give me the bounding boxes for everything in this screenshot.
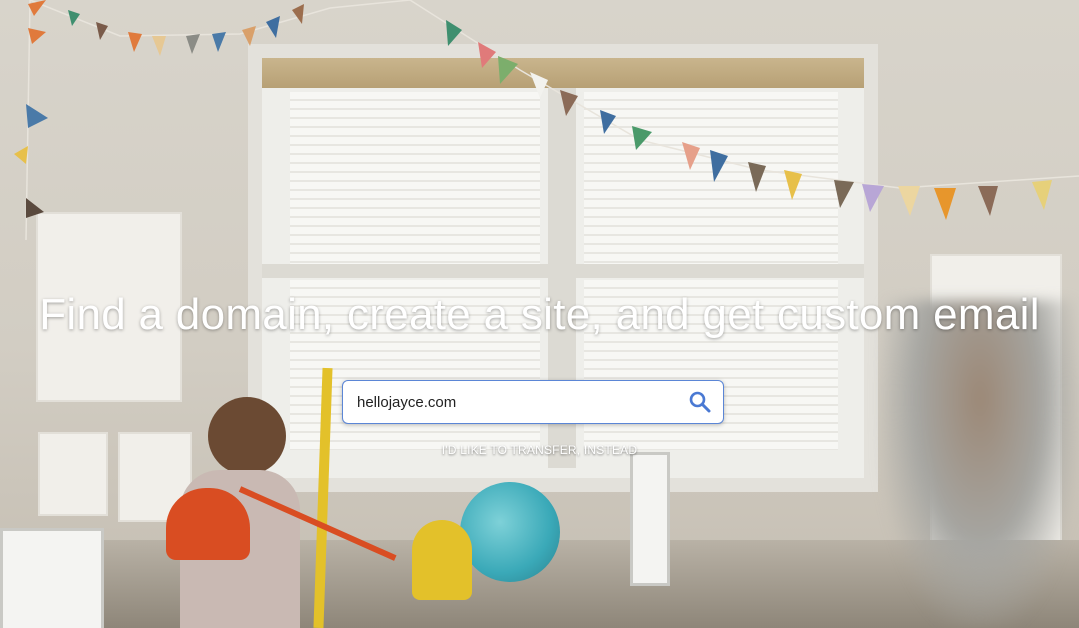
search-icon <box>689 391 711 413</box>
search-button[interactable] <box>687 389 713 415</box>
yellow-lamp <box>412 520 472 600</box>
hero-title: Find a domain, create a site, and get cu… <box>39 290 1040 339</box>
window-pane <box>584 92 838 264</box>
window-pane <box>290 92 540 264</box>
monitor-left <box>0 528 104 628</box>
domain-search-input[interactable] <box>357 381 677 423</box>
walking-person-blur <box>880 300 1079 628</box>
window-frame <box>262 264 864 278</box>
domain-search-box <box>342 380 724 424</box>
monitor-center <box>630 452 670 586</box>
seated-person <box>208 397 286 475</box>
transfer-domain-link[interactable]: I'D LIKE TO TRANSFER, INSTEAD <box>0 443 1079 457</box>
red-lamp <box>166 488 250 560</box>
desk-globe <box>460 482 560 582</box>
window-blind <box>262 58 864 88</box>
